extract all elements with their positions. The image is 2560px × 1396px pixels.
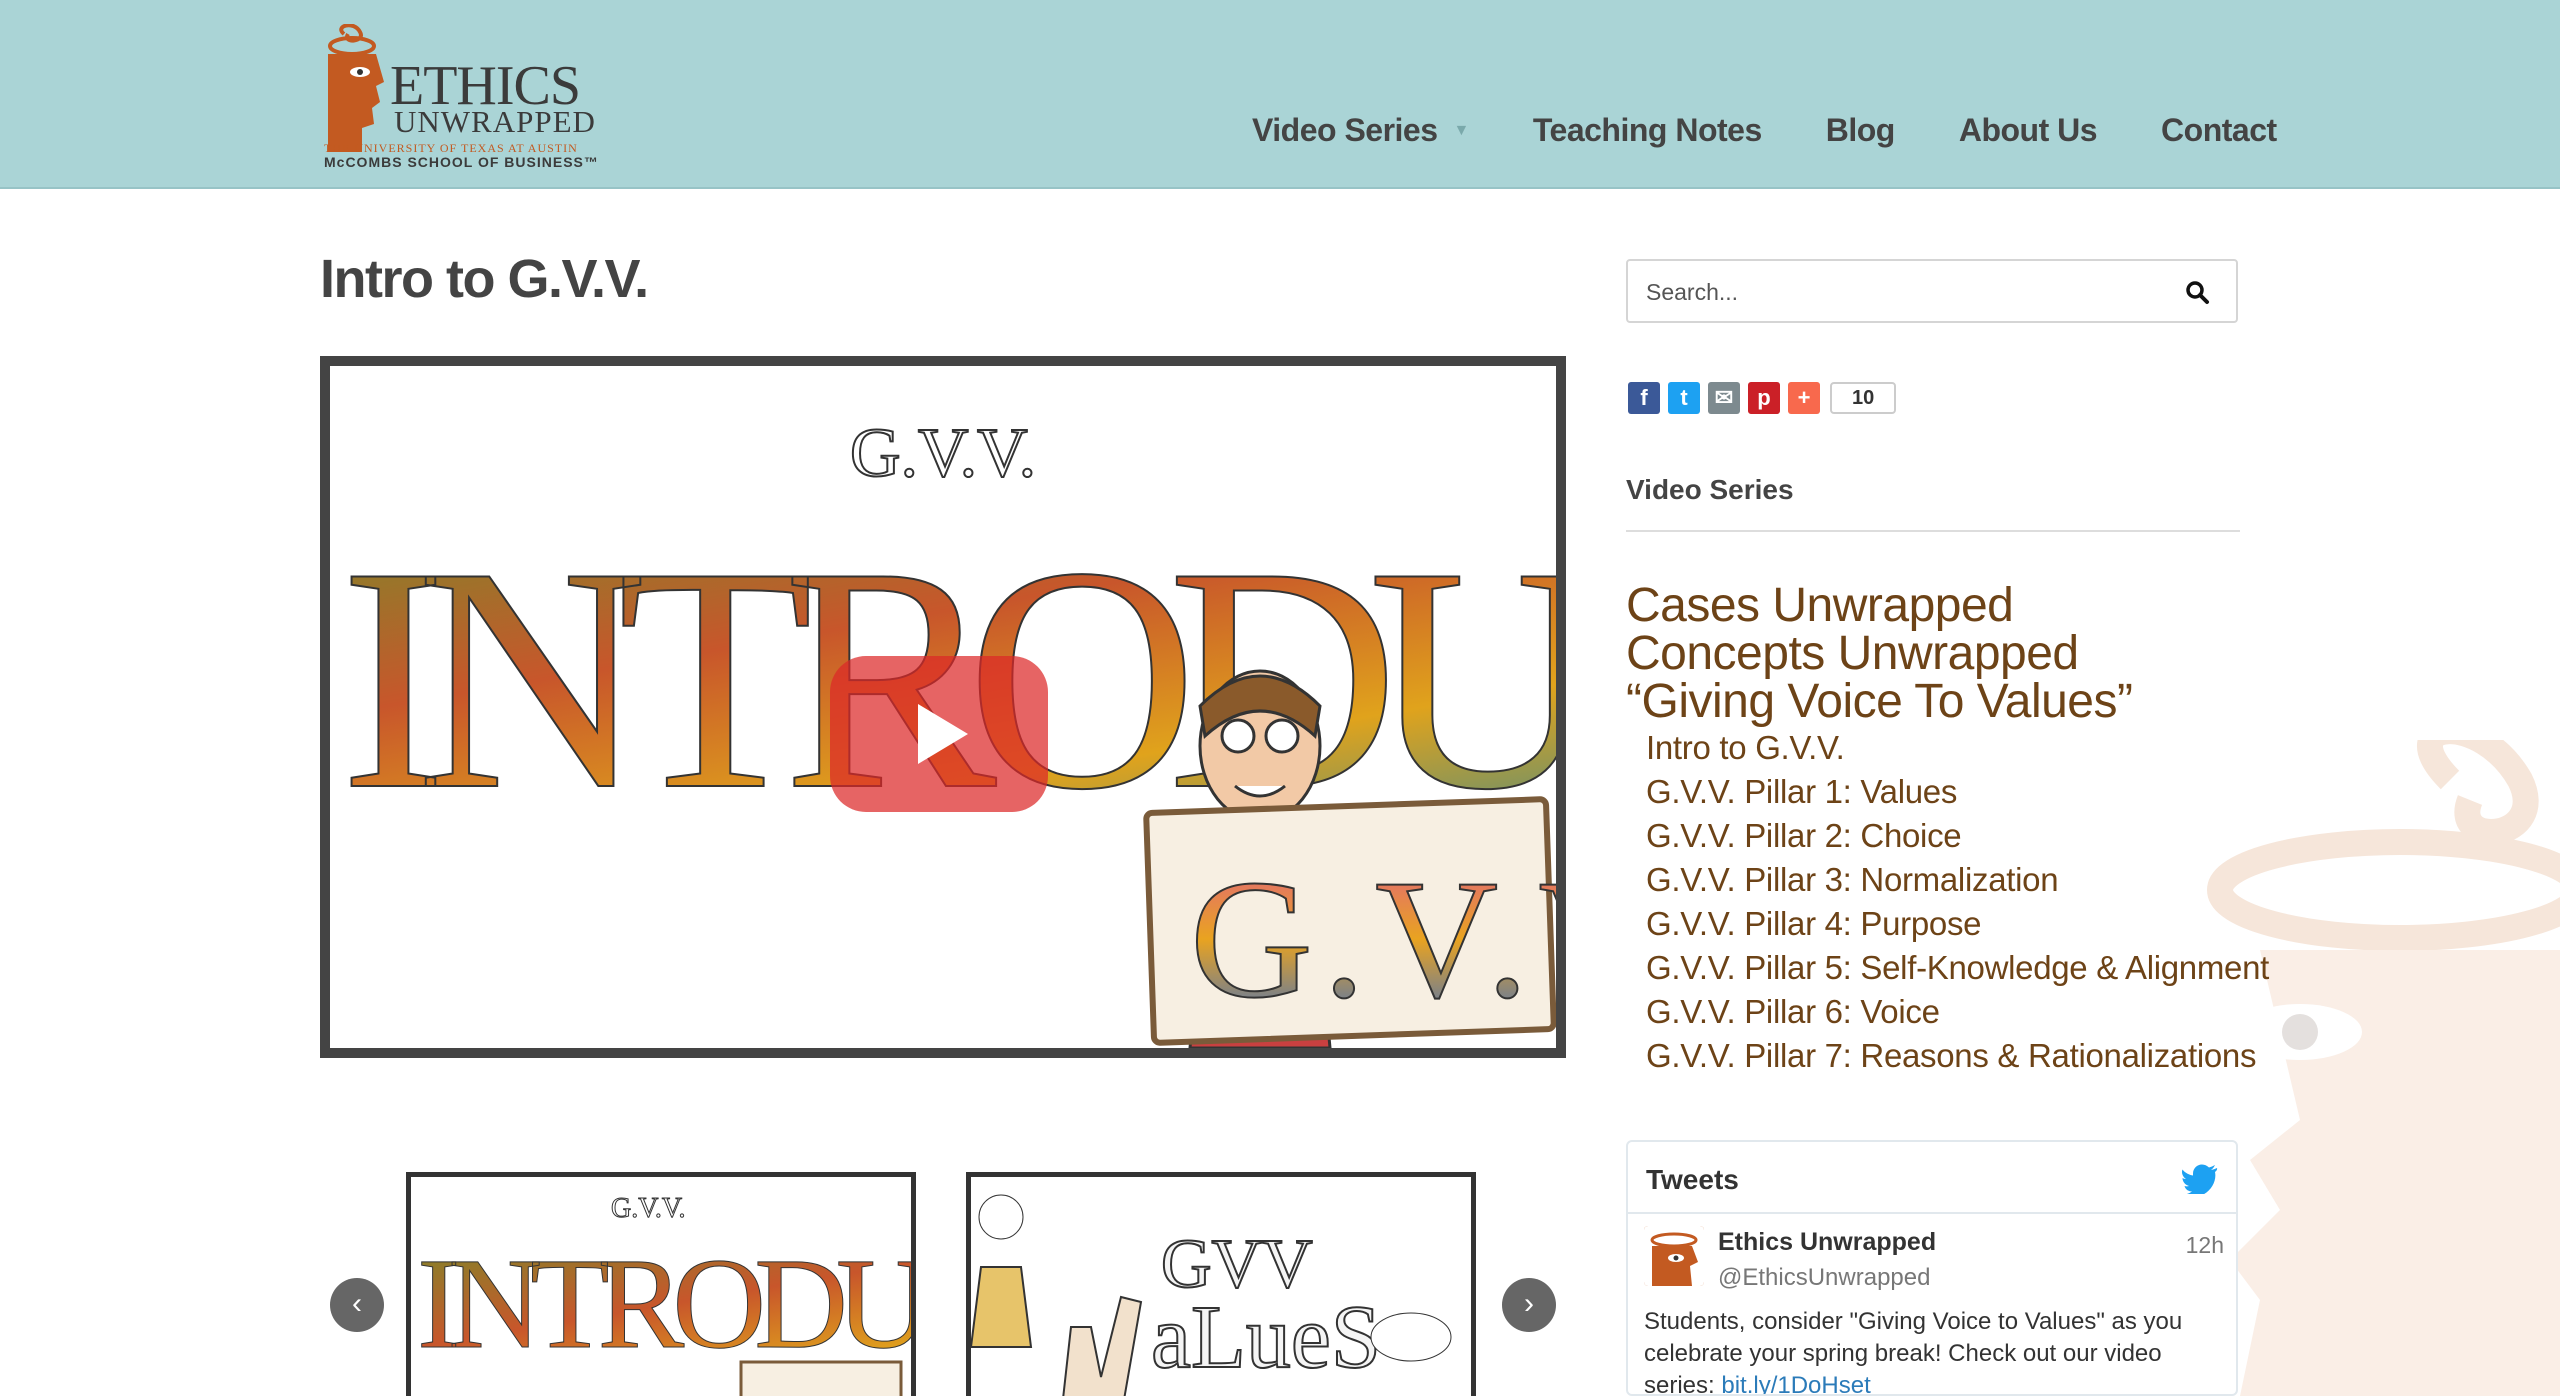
svg-text:G.V.V.: G.V.V. <box>611 1193 685 1224</box>
nav-item-teaching-notes[interactable]: Teaching Notes <box>1533 112 1762 149</box>
series-sublink-pillar-5[interactable]: G.V.V. Pillar 5: Self-Knowledge & Alignm… <box>1646 946 2269 990</box>
logo-head-icon <box>328 24 384 152</box>
site-header: ETHICS UNWRAPPED THE UNIVERSITY OF TEXAS… <box>0 0 2560 189</box>
share-bar: f t ✉ p + 10 <box>1628 382 1897 414</box>
nav-item-about-us[interactable]: About Us <box>1958 112 2098 149</box>
svg-text:G.V.V.: G.V.V. <box>850 415 1036 492</box>
series-sublink-intro[interactable]: Intro to G.V.V. <box>1646 726 2269 770</box>
series-sublink-pillar-3[interactable]: G.V.V. Pillar 3: Normalization <box>1646 858 2269 902</box>
nav-item-contact[interactable]: Contact <box>2161 112 2277 149</box>
nav-item-blog[interactable]: Blog <box>1825 112 1896 149</box>
video-player[interactable]: G.V.V. INTRODUCTION G.V.V. <box>320 356 1566 1058</box>
nav-item-label: Contact <box>2161 112 2277 148</box>
tweet-timestamp[interactable]: 12h <box>2186 1232 2224 1259</box>
nav-item-label: Video Series <box>1252 112 1438 148</box>
thumbnail-illustration: GVV aLueS <box>971 1194 1452 1396</box>
carousel-thumbnail-intro[interactable]: G.V.V. INTRODUCTION <box>406 1172 916 1396</box>
play-button[interactable] <box>830 656 1048 812</box>
series-link-concepts-unwrapped[interactable]: Concepts Unwrapped <box>1626 630 2269 678</box>
twitter-bird-icon[interactable] <box>2182 1164 2218 1194</box>
series-sublink-pillar-6[interactable]: G.V.V. Pillar 6: Voice <box>1646 990 2269 1034</box>
logo-head-icon <box>1644 1226 1704 1286</box>
divider <box>1626 530 2240 532</box>
logo-text-mccombs: McCOMBS SCHOOL OF BUSINESS™ <box>324 154 599 170</box>
tweet-author-handle[interactable]: @EthicsUnwrapped <box>1718 1264 1930 1292</box>
tweet-author-name[interactable]: Ethics Unwrapped <box>1718 1228 1936 1257</box>
chevron-right-icon[interactable]: › <box>1502 1278 1556 1332</box>
plus-icon[interactable]: + <box>1788 382 1820 414</box>
tweets-title: Tweets <box>1646 1164 1739 1195</box>
tweets-header: Tweets <box>1628 1142 2236 1214</box>
chevron-down-icon: ▼ <box>1453 121 1470 139</box>
twitter-icon[interactable]: t <box>1668 382 1700 414</box>
video-series-heading: Video Series <box>1626 474 1794 505</box>
email-icon[interactable]: ✉ <box>1708 382 1740 414</box>
svg-text:aLueS: aLueS <box>1151 1288 1381 1387</box>
ethics-unwrapped-logo[interactable]: ETHICS UNWRAPPED THE UNIVERSITY OF TEXAS… <box>320 18 620 173</box>
video-carousel: ‹ G.V.V. INTRODUCTION GVV aLueS <box>320 1160 1566 1396</box>
series-sublink-pillar-7[interactable]: G.V.V. Pillar 7: Reasons & Rationalizati… <box>1646 1034 2269 1078</box>
share-count: 10 <box>1830 382 1897 414</box>
page-title: Intro to G.V.V. <box>320 249 649 309</box>
pinterest-icon[interactable]: p <box>1748 382 1780 414</box>
avatar[interactable] <box>1644 1226 1704 1286</box>
svg-text:INTRODUCTION: INTRODUCTION <box>417 1232 911 1376</box>
tweets-widget: Tweets Ethics Unwrapped @EthicsUnwrapped… <box>1626 1140 2238 1396</box>
nav-item-label: Teaching Notes <box>1532 112 1762 148</box>
search-box <box>1626 259 2238 323</box>
main-nav: Video Series ▼ Teaching Notes Blog About… <box>1252 112 2277 149</box>
series-link-giving-voice-to-values[interactable]: “Giving Voice To Values” <box>1626 678 2269 726</box>
series-sublink-pillar-2[interactable]: G.V.V. Pillar 2: Choice <box>1646 814 2269 858</box>
video-series-list: Cases Unwrapped Concepts Unwrapped “Givi… <box>1626 582 2269 1078</box>
tweet-text: Students, consider "Giving Voice to Valu… <box>1644 1306 2224 1394</box>
carousel-thumbnail-values[interactable]: GVV aLueS <box>966 1172 1476 1396</box>
tweet-link[interactable]: bit.ly/1DoHset <box>1721 1372 1870 1394</box>
series-sublink-pillar-4[interactable]: G.V.V. Pillar 4: Purpose <box>1646 902 2269 946</box>
search-icon[interactable] <box>2184 279 2212 307</box>
thumbnail-illustration: G.V.V. INTRODUCTION <box>417 1193 911 1396</box>
svg-text:G.V.V.: G.V.V. <box>1190 845 1556 1033</box>
nav-item-video-series[interactable]: Video Series ▼ <box>1252 112 1469 149</box>
logo-text-unwrapped: UNWRAPPED <box>394 104 596 139</box>
nav-item-label: Blog <box>1825 112 1896 148</box>
facebook-icon[interactable]: f <box>1628 382 1660 414</box>
nav-item-label: About Us <box>1958 112 2098 148</box>
search-input[interactable] <box>1646 277 2166 307</box>
play-icon <box>918 704 968 764</box>
chevron-left-icon[interactable]: ‹ <box>330 1278 384 1332</box>
series-link-cases-unwrapped[interactable]: Cases Unwrapped <box>1626 582 2269 630</box>
series-sublink-pillar-1[interactable]: G.V.V. Pillar 1: Values <box>1646 770 2269 814</box>
